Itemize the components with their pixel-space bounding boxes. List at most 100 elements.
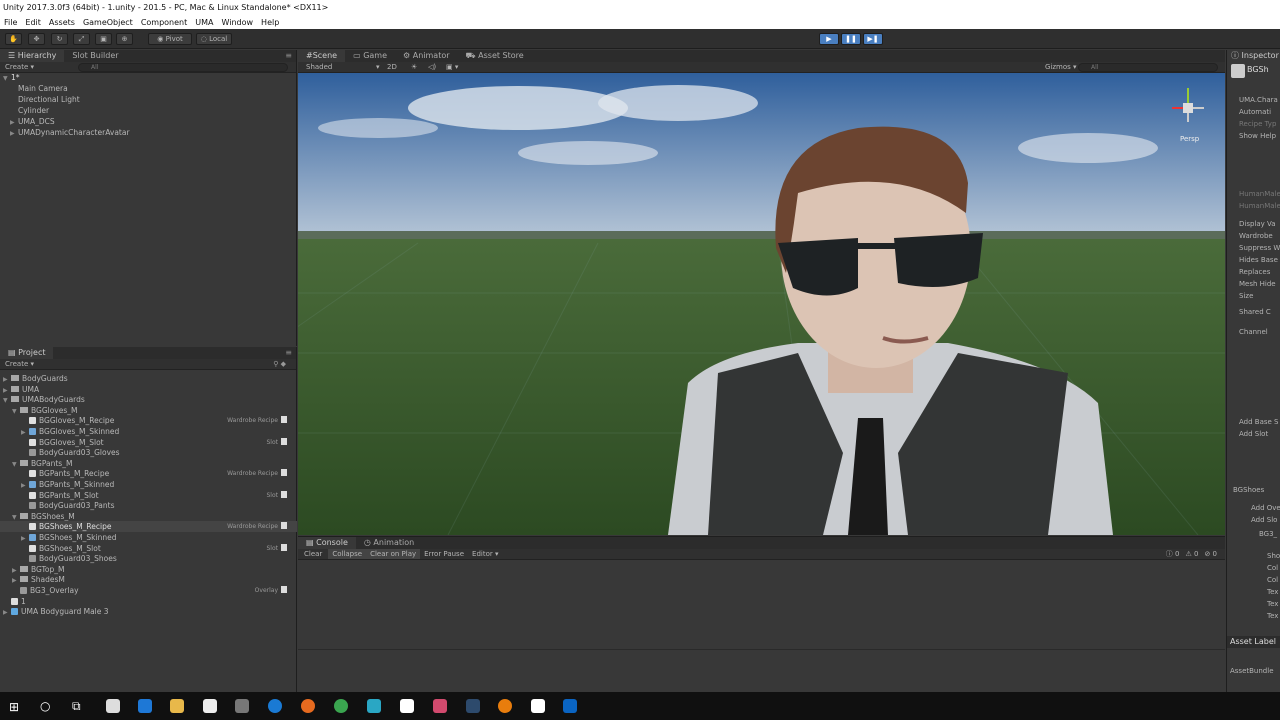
scale-tool-icon[interactable]: ⤢ xyxy=(73,33,90,45)
expand-arrow-icon[interactable]: ▶ xyxy=(3,607,11,618)
menu-window[interactable]: Window xyxy=(218,16,258,29)
project-item[interactable]: ▶ BodyGuards xyxy=(0,373,297,384)
menu-edit[interactable]: Edit xyxy=(21,16,45,29)
scene-root[interactable]: ▼ 1* xyxy=(3,72,20,83)
hierarchy-search-input[interactable]: All xyxy=(78,63,288,72)
hierarchy-item[interactable]: ▶ UMADynamicCharacterAvatar xyxy=(10,127,130,138)
scene-search-input[interactable]: All xyxy=(1078,63,1218,72)
project-item[interactable]: BGPants_M_Slot Slot xyxy=(0,490,297,501)
project-item[interactable]: ▶ BGPants_M_Skinned xyxy=(0,479,297,490)
menu-component[interactable]: Component xyxy=(137,16,191,29)
play-button[interactable]: ▶ xyxy=(819,33,839,45)
project-item[interactable]: ▶ BGShoes_M_Skinned xyxy=(0,532,297,543)
tab-slot-builder[interactable]: Slot Builder xyxy=(64,50,126,62)
project-item[interactable]: ▼ BGPants_M xyxy=(0,458,297,469)
search-icon[interactable]: ○ xyxy=(40,699,50,713)
task-view-icon[interactable]: ⧉ xyxy=(72,699,81,714)
hierarchy-create-button[interactable]: Create ▾ xyxy=(0,63,34,71)
console-editor-dropdown[interactable]: Editor ▾ xyxy=(468,549,502,559)
tab-asset-store[interactable]: ⛟ Asset Store xyxy=(458,50,532,62)
project-item[interactable]: ▶ UMA Bodyguard Male 3 xyxy=(0,606,297,617)
project-item[interactable]: ▶ UMA xyxy=(0,384,297,395)
warning-count-toggle[interactable]: ⚠ 0 xyxy=(1185,549,1198,560)
unity-icon[interactable] xyxy=(531,699,545,713)
tab-hierarchy[interactable]: ☰ Hierarchy xyxy=(0,50,65,62)
project-item[interactable]: BGShoes_M_Slot Slot xyxy=(0,543,297,554)
console-clear-button[interactable]: Clear xyxy=(298,549,328,559)
project-item[interactable]: ▼ BGShoes_M xyxy=(0,511,297,522)
hierarchy-item[interactable]: Directional Light xyxy=(10,94,80,105)
project-menu-icon[interactable]: ≡ xyxy=(285,347,292,359)
tab-animator[interactable]: ⚙ Animator xyxy=(395,50,458,62)
project-filter-icon[interactable]: ⚲ ◆ xyxy=(273,359,286,370)
tab-scene[interactable]: #Scene xyxy=(298,50,346,62)
hand-tool-icon[interactable]: ✋ xyxy=(5,33,22,45)
windows-start-icon[interactable]: ⊞ xyxy=(9,700,19,714)
panel-menu-icon[interactable]: ≡ xyxy=(285,50,292,62)
pivot-toggle[interactable]: ◉ Pivot xyxy=(148,33,192,45)
menu-uma[interactable]: UMA xyxy=(191,16,217,29)
scene-viewport[interactable]: Persp xyxy=(298,73,1225,535)
hierarchy-item[interactable]: Main Camera xyxy=(10,83,68,94)
menu-help[interactable]: Help xyxy=(257,16,283,29)
pause-button[interactable]: ❚❚ xyxy=(841,33,861,45)
media-player-icon[interactable] xyxy=(235,699,249,713)
project-item[interactable]: 1 xyxy=(0,596,297,607)
project-item[interactable]: BodyGuard03_Shoes xyxy=(0,553,297,564)
project-item[interactable]: ▼ BGGloves_M xyxy=(0,405,297,416)
project-item[interactable]: ▶ BGGloves_M_Skinned xyxy=(0,426,297,437)
project-item[interactable]: BGPants_M_Recipe Wardrobe Recipe xyxy=(0,468,297,479)
effects-dropdown-icon[interactable]: ▣ ▾ xyxy=(446,62,458,73)
outlook-icon[interactable] xyxy=(563,699,577,713)
lighting-toggle-icon[interactable]: ☀ xyxy=(411,62,417,73)
transform-tool-icon[interactable]: ⊕ xyxy=(116,33,133,45)
rotate-tool-icon[interactable]: ↻ xyxy=(51,33,68,45)
console-collapse-button[interactable]: Collapse xyxy=(328,549,367,559)
menu-assets[interactable]: Assets xyxy=(45,16,79,29)
shading-dropdown[interactable]: Shaded xyxy=(298,63,332,71)
project-item[interactable]: BodyGuard03_Pants xyxy=(0,500,297,511)
store-icon[interactable] xyxy=(203,699,217,713)
audio-toggle-icon[interactable]: ◁) xyxy=(428,62,436,73)
project-item[interactable]: BGGloves_M_Slot Slot xyxy=(0,437,297,448)
log-count-toggle[interactable]: ⓘ 0 xyxy=(1166,549,1180,560)
rect-tool-icon[interactable]: ▣ xyxy=(95,33,112,45)
step-button[interactable]: ▶❚ xyxy=(863,33,883,45)
tab-animation[interactable]: ◷ Animation xyxy=(356,537,422,549)
tab-inspector[interactable]: ⓘ Inspector xyxy=(1227,50,1280,62)
blender-icon[interactable] xyxy=(498,699,512,713)
tab-console[interactable]: ▤ Console xyxy=(298,537,356,549)
internet-explorer-icon[interactable] xyxy=(268,699,282,713)
mode-2d-button[interactable]: 2D xyxy=(387,62,397,73)
project-item[interactable]: BGShoes_M_Recipe Wardrobe Recipe xyxy=(0,521,297,533)
app-icon-pink[interactable] xyxy=(433,699,447,713)
app-icon-cyan[interactable] xyxy=(367,699,381,713)
expand-arrow-icon[interactable]: ▶ xyxy=(10,128,18,139)
project-item[interactable]: BGGloves_M_Recipe Wardrobe Recipe xyxy=(0,415,297,426)
hierarchy-item[interactable]: Cylinder xyxy=(10,105,49,116)
mail-app-icon[interactable] xyxy=(106,699,120,713)
console-error-pause-button[interactable]: Error Pause xyxy=(420,549,468,559)
project-item[interactable]: ▶ BGTop_M xyxy=(0,564,297,575)
gizmos-dropdown[interactable]: Gizmos ▾ xyxy=(1045,62,1077,73)
move-tool-icon[interactable]: ✥ xyxy=(28,33,45,45)
project-item[interactable]: ▼ UMABodyGuards xyxy=(0,394,297,405)
file-explorer-icon[interactable] xyxy=(170,699,184,713)
tab-project[interactable]: ▤ Project xyxy=(0,347,54,359)
menu-file[interactable]: File xyxy=(0,16,21,29)
project-item[interactable]: ▶ ShadesM xyxy=(0,574,297,585)
local-toggle[interactable]: ◌ Local xyxy=(196,33,232,45)
steam-icon[interactable] xyxy=(466,699,480,713)
project-item[interactable]: BodyGuard03_Gloves xyxy=(0,447,297,458)
persp-label[interactable]: Persp xyxy=(1180,135,1199,143)
error-count-toggle[interactable]: ⊘ 0 xyxy=(1204,549,1217,560)
menu-gameobject[interactable]: GameObject xyxy=(79,16,137,29)
hierarchy-item[interactable]: ▶ UMA_DCS xyxy=(10,116,55,127)
console-clear-on-play-button[interactable]: Clear on Play xyxy=(366,549,421,559)
project-item[interactable]: BG3_Overlay Overlay xyxy=(0,585,297,596)
firefox-icon[interactable] xyxy=(301,699,315,713)
project-create-button[interactable]: Create ▾ xyxy=(0,360,34,368)
tab-game[interactable]: ▭ Game xyxy=(345,50,395,62)
chrome-icon[interactable] xyxy=(334,699,348,713)
app-icon-white[interactable] xyxy=(400,699,414,713)
